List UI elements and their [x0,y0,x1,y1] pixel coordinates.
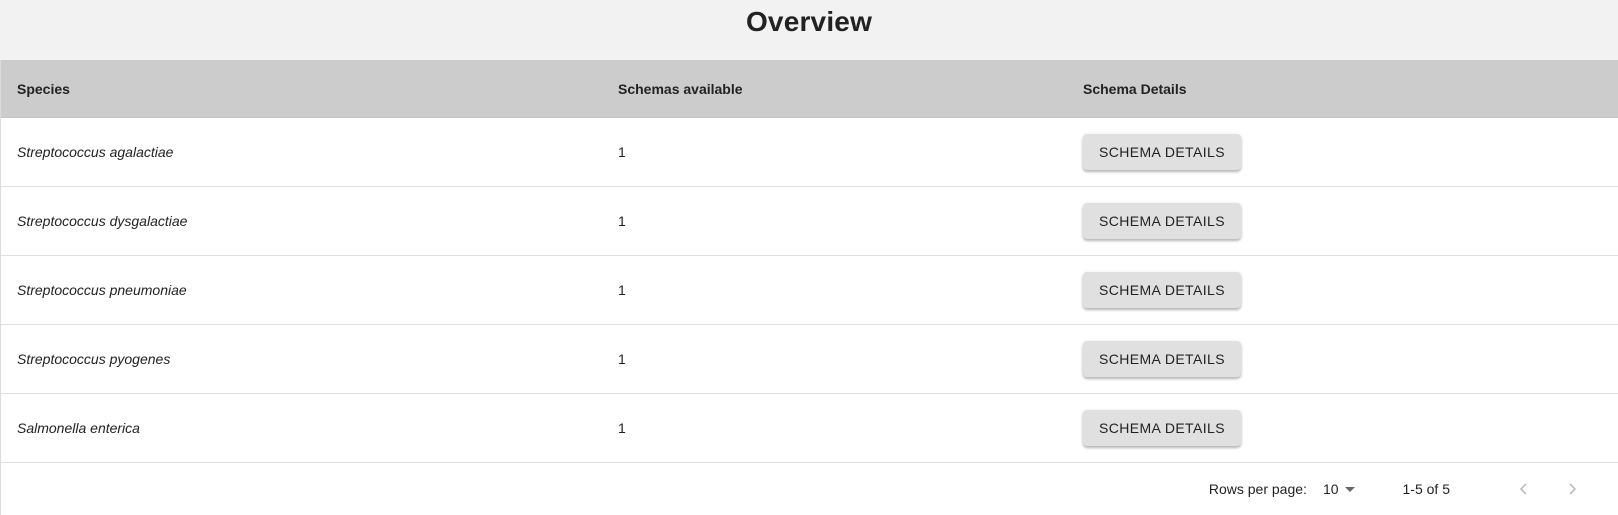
title-bar: Overview [0,0,1618,60]
column-header-schemas-available: Schemas available [618,80,743,97]
table-row: Salmonella enterica 1 SCHEMA DETAILS [1,394,1618,463]
species-cell: Salmonella enterica [17,420,140,436]
species-cell: Streptococcus agalactiae [17,144,174,160]
schema-details-cell: SCHEMA DETAILS [1067,341,1618,377]
schema-details-cell: SCHEMA DETAILS [1067,272,1618,308]
schemas-count-cell: 1 [618,213,626,229]
schemas-count-cell: 1 [618,351,626,367]
overview-page: Overview Species Schemas available Schem… [0,0,1618,515]
species-cell: Streptococcus dysgalactiae [17,213,188,229]
schema-details-cell: SCHEMA DETAILS [1067,203,1618,239]
schema-details-button[interactable]: SCHEMA DETAILS [1083,134,1241,170]
next-page-button[interactable] [1560,477,1584,501]
species-cell: Streptococcus pneumoniae [17,282,187,298]
table-pagination: Rows per page: 10 1-5 of 5 [1,463,1618,515]
schema-details-button[interactable]: SCHEMA DETAILS [1083,272,1241,308]
page-range-label: 1-5 of 5 [1402,481,1450,497]
column-header-species: Species [17,80,70,97]
rows-per-page-value: 10 [1322,481,1339,497]
schema-details-button[interactable]: SCHEMA DETAILS [1083,203,1241,239]
schemas-count-cell: 1 [618,144,626,160]
rows-per-page-label: Rows per page: [1208,481,1307,497]
chevron-right-icon [1569,483,1577,495]
table-row: Streptococcus pyogenes 1 SCHEMA DETAILS [1,325,1618,394]
table-header: Species Schemas available Schema Details [1,60,1618,118]
schema-details-cell: SCHEMA DETAILS [1067,410,1618,446]
dropdown-arrow-icon [1344,486,1355,492]
column-header-schema-details: Schema Details [1083,80,1187,97]
table-row: Streptococcus pneumoniae 1 SCHEMA DETAIL… [1,256,1618,325]
schemas-count-cell: 1 [618,420,626,436]
schema-details-cell: SCHEMA DETAILS [1067,134,1618,170]
table-row: Streptococcus agalactiae 1 SCHEMA DETAIL… [1,118,1618,187]
species-cell: Streptococcus pyogenes [17,351,171,367]
species-table: Species Schemas available Schema Details… [0,60,1618,515]
table-row: Streptococcus dysgalactiae 1 SCHEMA DETA… [1,187,1618,256]
schema-details-button[interactable]: SCHEMA DETAILS [1083,410,1241,446]
previous-page-button[interactable] [1512,477,1536,501]
schemas-count-cell: 1 [618,282,626,298]
schema-details-button[interactable]: SCHEMA DETAILS [1083,341,1241,377]
page-title: Overview [745,6,873,37]
chevron-left-icon [1519,483,1527,495]
rows-per-page-select[interactable]: 10 [1323,481,1355,497]
